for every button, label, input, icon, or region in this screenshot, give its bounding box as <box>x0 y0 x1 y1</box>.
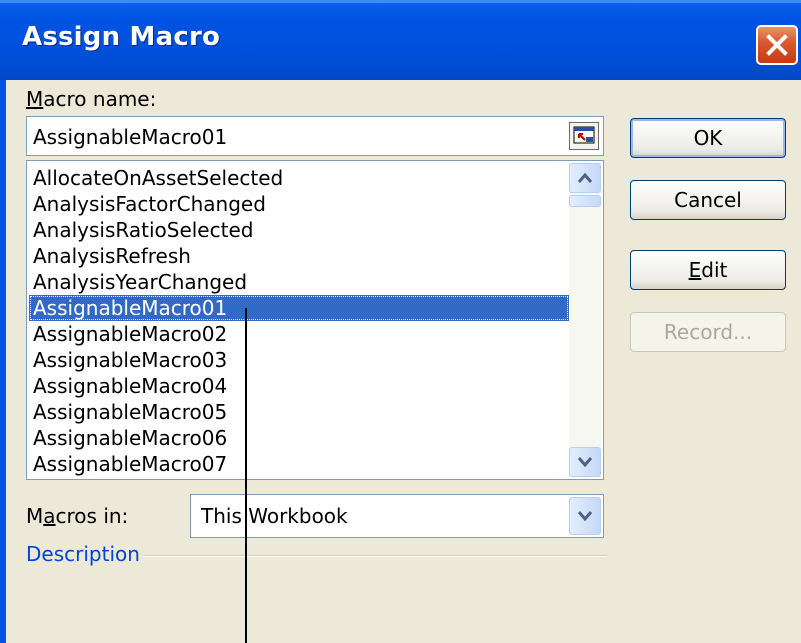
edit-button[interactable]: Edit <box>630 250 786 290</box>
window-left-border <box>0 80 6 643</box>
scroll-thumb[interactable] <box>569 195 601 207</box>
list-item[interactable]: AnalysisRefresh <box>29 243 569 269</box>
record-button: Record... <box>630 312 786 352</box>
dialog-title: Assign Macro <box>22 22 221 52</box>
description-label: Description <box>26 542 140 566</box>
macros-in-dropdown[interactable]: This Workbook <box>190 494 604 538</box>
scroll-up-button[interactable] <box>569 163 601 193</box>
list-item[interactable]: AnalysisYearChanged <box>29 269 569 295</box>
chevron-down-icon <box>577 457 593 468</box>
chevron-down-icon <box>577 511 593 522</box>
collapse-dialog-button[interactable] <box>569 122 599 150</box>
macro-name-label: Macro name: <box>26 87 157 111</box>
dropdown-button[interactable] <box>569 497 601 535</box>
chevron-up-icon <box>577 172 593 183</box>
list-item[interactable]: AssignableMacro07 <box>29 451 569 477</box>
list-item[interactable]: AssignableMacro04 <box>29 373 569 399</box>
macro-name-value: AssignableMacro01 <box>33 125 228 149</box>
macro-list[interactable]: AssignableMacro07 AssignableMacro06 Assign… <box>26 160 604 480</box>
macro-name-input[interactable]: AssignableMacro01 <box>26 116 604 156</box>
list-scrollbar[interactable] <box>569 163 601 477</box>
list-item[interactable]: AssignableMacro03 <box>29 347 569 373</box>
text-cursor-ibeam <box>245 308 247 643</box>
list-item[interactable]: AssignableMacro05 <box>29 399 569 425</box>
close-icon <box>766 34 788 56</box>
ok-button[interactable]: OK <box>630 118 786 158</box>
range-selector-icon <box>573 126 595 144</box>
macros-in-label: Macros in: <box>26 504 129 528</box>
list-item[interactable]: AnalysisRatioSelected <box>29 217 569 243</box>
list-item[interactable]: AllocateOnAssetSelected <box>29 165 569 191</box>
list-item[interactable]: AssignableMacro06 <box>29 425 569 451</box>
list-item[interactable]: AssignableMacro01 <box>29 295 569 321</box>
macros-in-value: This Workbook <box>201 504 348 528</box>
title-bar[interactable]: Assign Macro <box>0 0 801 80</box>
cancel-button[interactable]: Cancel <box>630 180 786 220</box>
close-button[interactable] <box>756 25 798 65</box>
list-item[interactable]: AssignableMacro02 <box>29 321 569 347</box>
scroll-down-button[interactable] <box>569 447 601 477</box>
list-item[interactable]: AnalysisFactorChanged <box>29 191 569 217</box>
description-divider <box>143 555 607 557</box>
